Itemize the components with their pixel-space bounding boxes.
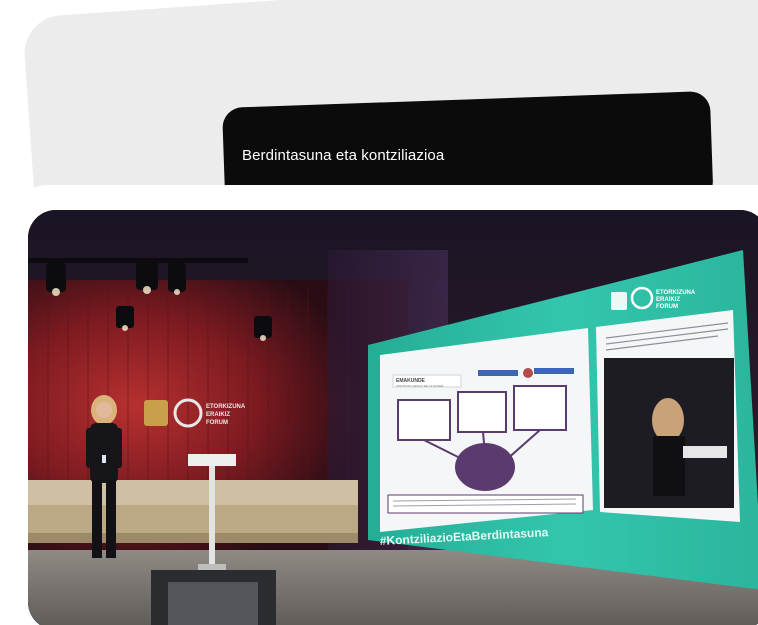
svg-text:ETORKIZUNA: ETORKIZUNA — [206, 404, 246, 410]
stage-scene: ETORKIZUNA ERAIKIZ FORUM ETORKIZUNA ERAI… — [28, 210, 758, 625]
svg-text:ETORKIZUNA: ETORKIZUNA — [656, 290, 696, 296]
svg-text:INSTITUTO VASCO DE LA MUJER: INSTITUTO VASCO DE LA MUJER — [396, 384, 444, 388]
tweet-panel — [596, 310, 740, 522]
svg-text:ERAIKIZ: ERAIKIZ — [206, 412, 230, 418]
svg-text:FORUM: FORUM — [206, 420, 228, 426]
wooden-risers — [28, 480, 358, 543]
page: Berdintasuna eta kontziliazioa ETORKIZUN… — [0, 0, 758, 625]
event-photo[interactable]: ETORKIZUNA ERAIKIZ FORUM ETORKIZUNA ERAI… — [28, 210, 758, 625]
caption-title: Berdintasuna eta kontziliazioa — [242, 147, 445, 164]
svg-text:FORUM: FORUM — [656, 304, 678, 310]
slide-panel: EMAKUNDE INSTITUTO VASCO DE LA MUJER — [380, 328, 593, 532]
svg-text:ERAIKIZ: ERAIKIZ — [656, 297, 680, 303]
